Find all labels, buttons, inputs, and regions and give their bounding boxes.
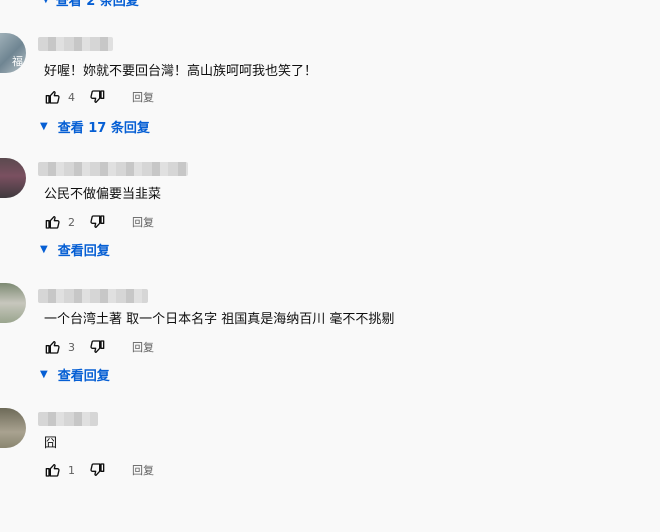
thumbs-down-icon xyxy=(90,340,105,353)
dislike-button[interactable] xyxy=(88,213,106,231)
comment-thread: 囧 1 回复 xyxy=(0,407,660,532)
avatar[interactable] xyxy=(0,408,26,448)
like-button[interactable] xyxy=(44,88,62,106)
view-replies-button[interactable]: ▼ 查看回复 xyxy=(40,240,110,259)
comment-text: 一个台湾土著 取一个日本名字 祖国真是海纳百川 毫不不挑剔 xyxy=(44,312,395,327)
like-button[interactable] xyxy=(44,338,62,356)
avatar[interactable] xyxy=(0,158,26,198)
username-blurred[interactable] xyxy=(38,37,113,51)
avatar[interactable] xyxy=(0,283,26,323)
like-count: 2 xyxy=(68,215,75,229)
chevron-down-icon: ▼ xyxy=(42,0,50,5)
avatar[interactable]: 福 xyxy=(0,33,26,73)
comment-text: 公民不做偏要当韭菜 xyxy=(44,187,162,202)
like-count: 4 xyxy=(68,90,75,104)
thumbs-down-icon xyxy=(90,463,105,476)
chevron-down-icon: ▼ xyxy=(40,120,48,132)
thumbs-up-icon xyxy=(45,91,60,104)
like-count: 3 xyxy=(68,340,75,354)
dislike-button[interactable] xyxy=(88,461,106,479)
chevron-down-icon: ▼ xyxy=(40,368,48,380)
comment-thread: 公民不做偏要当韭菜 2 回复 ▼ 查看回复 xyxy=(0,157,660,282)
reply-button[interactable]: 回复 xyxy=(132,214,154,230)
thumbs-down-icon xyxy=(90,90,105,103)
username-blurred[interactable] xyxy=(38,412,98,426)
username-blurred[interactable] xyxy=(38,289,148,303)
avatar-text: 福 xyxy=(12,55,23,68)
view-replies-button[interactable]: ▼ 查看回复 xyxy=(40,365,110,384)
comment-actions: 2 回复 xyxy=(44,213,154,231)
reply-button[interactable]: 回复 xyxy=(132,339,154,355)
view-replies-label: 查看回复 xyxy=(57,244,110,259)
username-blurred[interactable] xyxy=(38,162,188,176)
comment-thread: 一个台湾土著 取一个日本名字 祖国真是海纳百川 毫不不挑剔 3 回复 ▼ 查看回… xyxy=(0,282,660,407)
comment-actions: 1 回复 xyxy=(44,461,154,479)
view-replies-label: 查看 2 条回复 xyxy=(55,0,139,9)
like-button[interactable] xyxy=(44,213,62,231)
thumbs-up-icon xyxy=(45,216,60,229)
thumbs-down-icon xyxy=(90,215,105,228)
comment-actions: 3 回复 xyxy=(44,338,154,356)
comment-actions: 4 回复 xyxy=(44,88,154,106)
view-replies-label: 查看回复 xyxy=(57,369,110,384)
dislike-button[interactable] xyxy=(88,88,106,106)
like-button[interactable] xyxy=(44,461,62,479)
comment-thread: 福 好喔！妳就不要回台灣！高山族呵呵我也笑了！ 4 回复 ▼ 查看 17 条回复 xyxy=(0,32,660,157)
reply-button[interactable]: 回复 xyxy=(132,462,154,478)
reply-button[interactable]: 回复 xyxy=(132,89,154,105)
comment-text: 囧 xyxy=(44,436,58,451)
dislike-button[interactable] xyxy=(88,338,106,356)
like-count: 1 xyxy=(68,463,75,477)
thumbs-up-icon xyxy=(45,464,60,477)
view-replies-label: 查看 17 条回复 xyxy=(57,121,150,136)
view-replies-button[interactable]: ▼ 查看 17 条回复 xyxy=(40,117,150,136)
chevron-down-icon: ▼ xyxy=(40,243,48,255)
view-replies-button[interactable]: ▼ 查看 2 条回复 xyxy=(42,0,139,9)
thumbs-up-icon xyxy=(45,341,60,354)
comment-text: 好喔！妳就不要回台灣！高山族呵呵我也笑了！ xyxy=(44,64,318,79)
